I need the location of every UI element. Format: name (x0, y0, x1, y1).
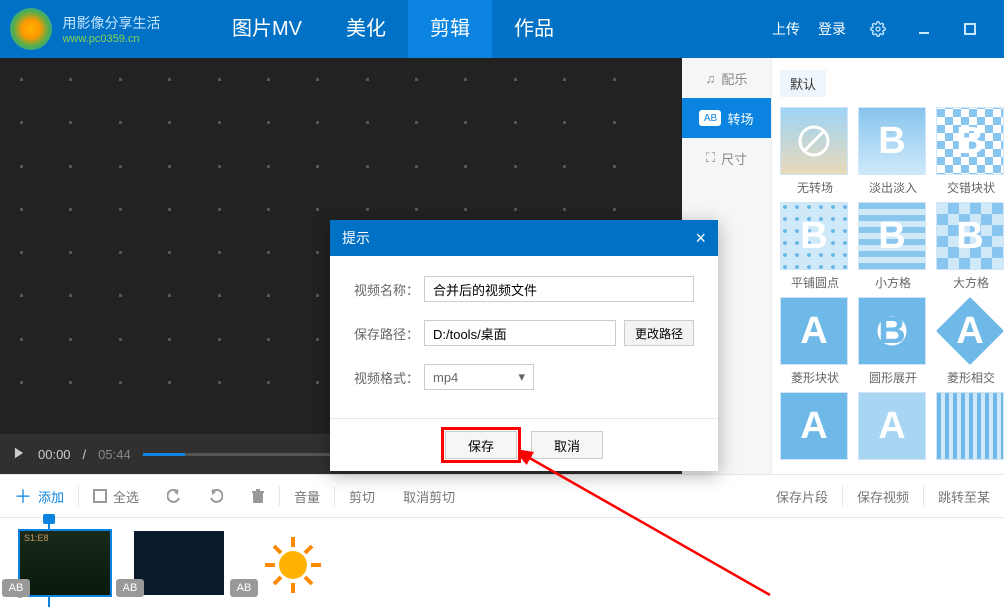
format-value: mp4 (433, 370, 458, 385)
side-tab-music[interactable]: ♫ 配乐 (682, 58, 771, 98)
save-video-button[interactable]: 保存视频 (843, 487, 923, 506)
redo-button[interactable] (195, 489, 237, 503)
format-select[interactable]: mp4 ▾ (424, 364, 534, 390)
dialog-title: 提示 (342, 228, 370, 248)
logo-area: 用影像分享生活 www.pc0359.cn (0, 8, 210, 50)
site-url: www.pc0359.cn (62, 33, 160, 45)
gallery-default-badge[interactable]: 默认 (780, 70, 826, 97)
thumb-2[interactable]: B交错块状 (936, 107, 1004, 196)
thumb-11[interactable] (936, 392, 1004, 464)
minimize-icon[interactable] (910, 15, 938, 43)
close-icon[interactable]: × (695, 228, 706, 249)
time-sep: / (83, 447, 87, 462)
tab-edit[interactable]: 剪辑 (408, 0, 492, 58)
timeline[interactable]: + AB S1:E8 AB AB (0, 518, 1004, 607)
time-current: 00:00 (38, 447, 71, 462)
thumb-0[interactable]: 无转场 (780, 107, 850, 196)
top-right-controls: 上传 登录 (772, 15, 1004, 43)
thumb-9[interactable]: A (780, 392, 850, 464)
clip-2[interactable]: AB (134, 531, 224, 595)
side-tab-music-label: 配乐 (721, 69, 747, 88)
side-tab-transition[interactable]: AB 转场 (682, 98, 771, 138)
login-button[interactable]: 登录 (818, 19, 846, 39)
clip-ab-badge: AB (116, 579, 144, 597)
side-tab-size-label: 尺寸 (721, 149, 747, 168)
jump-button[interactable]: 跳转至某 (924, 487, 1004, 506)
upload-button[interactable]: 上传 (772, 19, 800, 39)
app-logo-icon (10, 8, 52, 50)
browse-button[interactable]: 更改路径 (624, 320, 694, 346)
size-icon: ⛶ (706, 150, 715, 166)
tab-beautify[interactable]: 美化 (324, 0, 408, 58)
thumb-7[interactable]: B圆形展开 (858, 297, 928, 386)
nav-tabs: 图片MV 美化 剪辑 作品 (210, 0, 576, 58)
clip-3[interactable]: AB (248, 531, 338, 595)
dialog-body: 视频名称： 保存路径： 更改路径 视频格式： mp4 ▾ (330, 256, 718, 418)
gallery-grid: 无转场 B淡出淡入 B交错块状 B平铺圆点 B小方格 B大方格 A菱形块状 B圆… (780, 107, 1004, 464)
trash-icon (251, 489, 265, 503)
maximize-icon[interactable] (956, 15, 984, 43)
settings-icon[interactable] (864, 15, 892, 43)
clip-ab-badge: AB (2, 579, 30, 597)
music-icon: ♫ (706, 71, 716, 86)
select-all-icon (93, 489, 107, 503)
transition-gallery: 默认 无转场 B淡出淡入 B交错块状 B平铺圆点 B小方格 B大方格 A菱形块状… (772, 58, 1004, 474)
thumb-8[interactable]: A菱形相交 (936, 297, 1004, 386)
slogan-text: 用影像分享生活 (62, 15, 160, 31)
dialog-footer: 保存 取消 (330, 418, 718, 471)
cancel-cut-button[interactable]: 取消剪切 (389, 487, 469, 506)
tab-photo-mv[interactable]: 图片MV (210, 0, 324, 58)
thumb-3[interactable]: B平铺圆点 (780, 202, 850, 291)
thumb-10[interactable]: A (858, 392, 928, 464)
redo-icon (209, 489, 223, 503)
delete-button[interactable] (237, 489, 279, 503)
thumb-5[interactable]: B大方格 (936, 202, 1004, 291)
save-dialog: 提示 × 视频名称： 保存路径： 更改路径 视频格式： mp4 ▾ 保存 取消 (330, 220, 718, 471)
top-nav-bar: 用影像分享生活 www.pc0359.cn 图片MV 美化 剪辑 作品 上传 登… (0, 0, 1004, 58)
side-tab-size[interactable]: ⛶ 尺寸 (682, 138, 771, 178)
name-input[interactable] (424, 276, 694, 302)
plus-icon: ＋ (14, 483, 32, 509)
clip-ab-badge: AB (230, 579, 258, 597)
slogan: 用影像分享生活 www.pc0359.cn (62, 13, 160, 45)
dialog-titlebar[interactable]: 提示 × (330, 220, 718, 256)
transition-icon: AB (699, 110, 721, 126)
path-input[interactable] (424, 320, 616, 346)
chevron-down-icon: ▾ (518, 369, 525, 385)
undo-icon (167, 489, 181, 503)
undo-button[interactable] (153, 489, 195, 503)
name-label: 视频名称： (354, 280, 424, 299)
time-total: 05:44 (98, 447, 131, 462)
clip-1[interactable]: AB S1:E8 (20, 531, 110, 595)
save-segment-button[interactable]: 保存片段 (762, 487, 842, 506)
thumb-6[interactable]: A菱形块状 (780, 297, 850, 386)
add-button[interactable]: ＋添加 (0, 483, 78, 509)
path-label: 保存路径： (354, 324, 424, 343)
edit-toolbar: ＋添加 全选 音量 剪切 取消剪切 保存片段 保存视频 跳转至某 (0, 474, 1004, 518)
sun-drawing-icon (248, 531, 338, 595)
select-all-button[interactable]: 全选 (79, 487, 153, 506)
side-tab-transition-label: 转场 (727, 109, 753, 128)
play-icon[interactable] (12, 446, 26, 463)
thumb-4[interactable]: B小方格 (858, 202, 928, 291)
volume-button[interactable]: 音量 (280, 487, 334, 506)
tab-works[interactable]: 作品 (492, 0, 576, 58)
format-label: 视频格式： (354, 368, 424, 387)
save-button[interactable]: 保存 (445, 431, 517, 459)
cut-button[interactable]: 剪切 (335, 487, 389, 506)
thumb-1[interactable]: B淡出淡入 (858, 107, 928, 196)
cancel-button[interactable]: 取消 (531, 431, 603, 459)
